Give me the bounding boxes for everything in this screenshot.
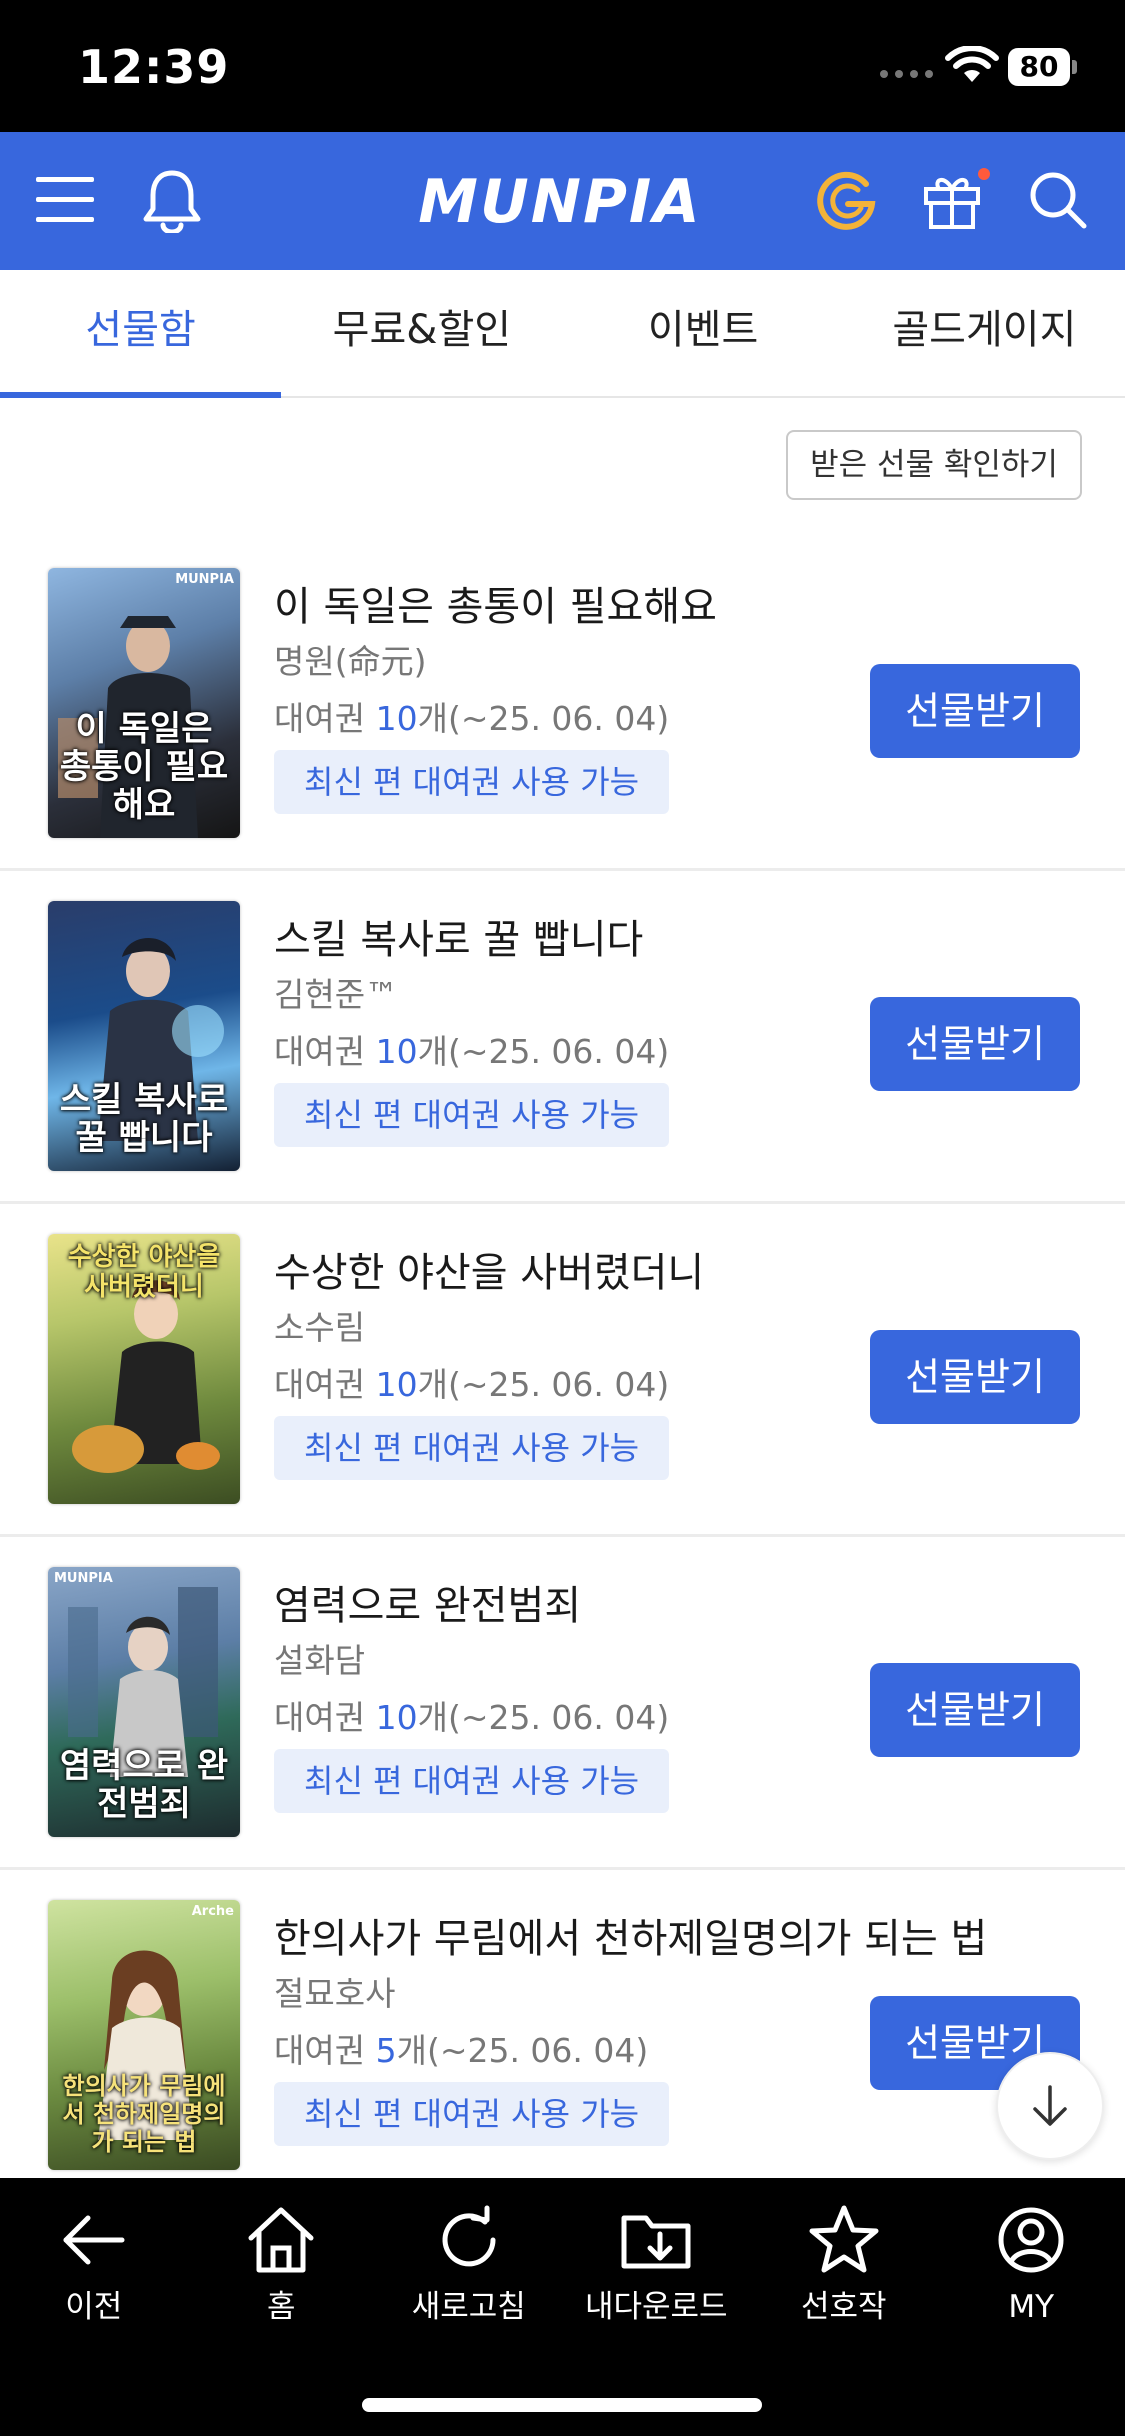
download-folder-icon <box>621 2215 691 2269</box>
receive-gift-button[interactable]: 선물받기 <box>870 664 1080 758</box>
star-icon <box>809 2205 879 2273</box>
bell-icon <box>143 170 201 233</box>
rental-ticket-count: 10 <box>375 1698 418 1737</box>
list-item: MUNPIA 염력으로 완전범죄 염력으로 완전범죄 설화담 대여권 10개(~… <box>0 1537 1125 1870</box>
book-title[interactable]: 염력으로 완전범죄 <box>274 1579 994 1633</box>
notification-button[interactable] <box>134 162 210 238</box>
gift-button[interactable] <box>914 162 990 238</box>
tab-gift-box[interactable]: 선물함 <box>0 270 282 398</box>
book-title[interactable]: 이 독일은 총통이 필요해요 <box>274 580 994 634</box>
latest-episode-badge: 최신 편 대여권 사용 가능 <box>274 2082 670 2146</box>
list-item: 수상한 야산을 사버렸더니 수상한 야산을 사버렸더니 소수림 대여권 10개(… <box>0 1204 1125 1537</box>
wifi-icon <box>945 46 999 82</box>
receive-gift-button[interactable]: 선물받기 <box>870 1330 1080 1424</box>
list-item: MUNPIA 이 독일은 총통이 필요해요 이 독일은 총통이 필요해요 명원(… <box>0 538 1125 871</box>
user-icon <box>998 2207 1064 2273</box>
book-title[interactable]: 스킬 복사로 꿀 빱니다 <box>274 913 994 967</box>
battery-icon: 80 <box>1008 48 1078 86</box>
battery-level: 80 <box>1008 48 1070 86</box>
gift-tabs: 선물함 무료&할인 이벤트 골드게이지 <box>0 270 1125 398</box>
home-indicator <box>362 2398 762 2412</box>
status-bar: 12:39 80 <box>0 0 1125 132</box>
book-cover[interactable]: 스킬 복사로 꿀 빱니다 <box>48 901 240 1171</box>
nav-favorites-label: 선호작 <box>800 2289 887 2325</box>
book-cover[interactable]: Arche 한의사가 무림에서 천하제일명의가 되는 법 <box>48 1900 240 2170</box>
nav-refresh-label: 새로고침 <box>411 2289 526 2325</box>
latest-episode-badge: 최신 편 대여권 사용 가능 <box>274 1083 670 1147</box>
list-item: 스킬 복사로 꿀 빱니다 스킬 복사로 꿀 빱니다 김현준™ 대여권 10개(~… <box>0 871 1125 1204</box>
nav-my[interactable]: MY <box>938 2200 1125 2350</box>
rental-ticket-count: 10 <box>375 1032 418 1071</box>
gold-coin-icon <box>817 171 876 230</box>
tab-event[interactable]: 이벤트 <box>563 270 844 396</box>
receive-gift-button[interactable]: 선물받기 <box>870 1663 1080 1757</box>
nav-refresh[interactable]: 새로고침 <box>375 2200 563 2350</box>
app-header: MUNPIA <box>0 132 1125 270</box>
book-cover[interactable]: MUNPIA 이 독일은 총통이 필요해요 <box>48 568 240 838</box>
new-badge-dot <box>978 168 990 180</box>
arrow-down-icon <box>1033 2085 1067 2126</box>
nav-favorites[interactable]: 선호작 <box>750 2200 938 2350</box>
status-time: 12:39 <box>78 40 230 94</box>
nav-home-label: 홈 <box>266 2289 296 2325</box>
latest-episode-badge: 최신 편 대여권 사용 가능 <box>274 1749 670 1813</box>
book-cover[interactable]: MUNPIA 염력으로 완전범죄 <box>48 1567 240 1837</box>
refresh-icon <box>442 2205 496 2267</box>
check-received-gifts-button[interactable]: 받은 선물 확인하기 <box>786 430 1082 500</box>
nav-my-label: MY <box>1008 2289 1055 2325</box>
latest-episode-badge: 최신 편 대여권 사용 가능 <box>274 1416 670 1480</box>
list-item: Arche 한의사가 무림에서 천하제일명의가 되는 법 한의사가 무림에서 천… <box>0 1870 1125 2203</box>
book-title[interactable]: 수상한 야산을 사버렸더니 <box>274 1246 994 1300</box>
rental-ticket-count: 10 <box>375 1365 418 1404</box>
search-icon <box>1030 172 1087 229</box>
scroll-down-button[interactable] <box>996 2052 1104 2160</box>
receive-gift-button[interactable]: 선물받기 <box>870 997 1080 1091</box>
rental-ticket-count: 5 <box>375 2031 397 2070</box>
book-cover[interactable]: 수상한 야산을 사버렸더니 <box>48 1234 240 1504</box>
cellular-signal-icon <box>880 70 936 78</box>
book-title[interactable]: 한의사가 무림에서 천하제일명의가 되는 법 <box>274 1912 994 1966</box>
nav-downloads[interactable]: 내다운로드 <box>563 2200 751 2350</box>
gift-list: MUNPIA 이 독일은 총통이 필요해요 이 독일은 총통이 필요해요 명원(… <box>0 538 1125 2203</box>
home-icon <box>248 2207 314 2273</box>
search-button[interactable] <box>1020 162 1096 238</box>
latest-episode-badge: 최신 편 대여권 사용 가능 <box>274 750 670 814</box>
gift-icon <box>924 178 980 229</box>
tab-free-discount[interactable]: 무료&할인 <box>281 270 562 396</box>
back-arrow-icon <box>63 2215 125 2265</box>
gold-button[interactable] <box>808 162 884 238</box>
munpia-logo[interactable]: MUNPIA <box>410 166 710 238</box>
nav-back[interactable]: 이전 <box>0 2200 188 2350</box>
tab-gold-gauge[interactable]: 골드게이지 <box>844 270 1125 396</box>
nav-home[interactable]: 홈 <box>188 2200 376 2350</box>
menu-button[interactable] <box>28 162 104 238</box>
nav-downloads-label: 내다운로드 <box>584 2289 728 2325</box>
nav-back-label: 이전 <box>65 2289 123 2325</box>
menu-icon <box>36 177 94 222</box>
rental-ticket-count: 10 <box>375 699 418 738</box>
